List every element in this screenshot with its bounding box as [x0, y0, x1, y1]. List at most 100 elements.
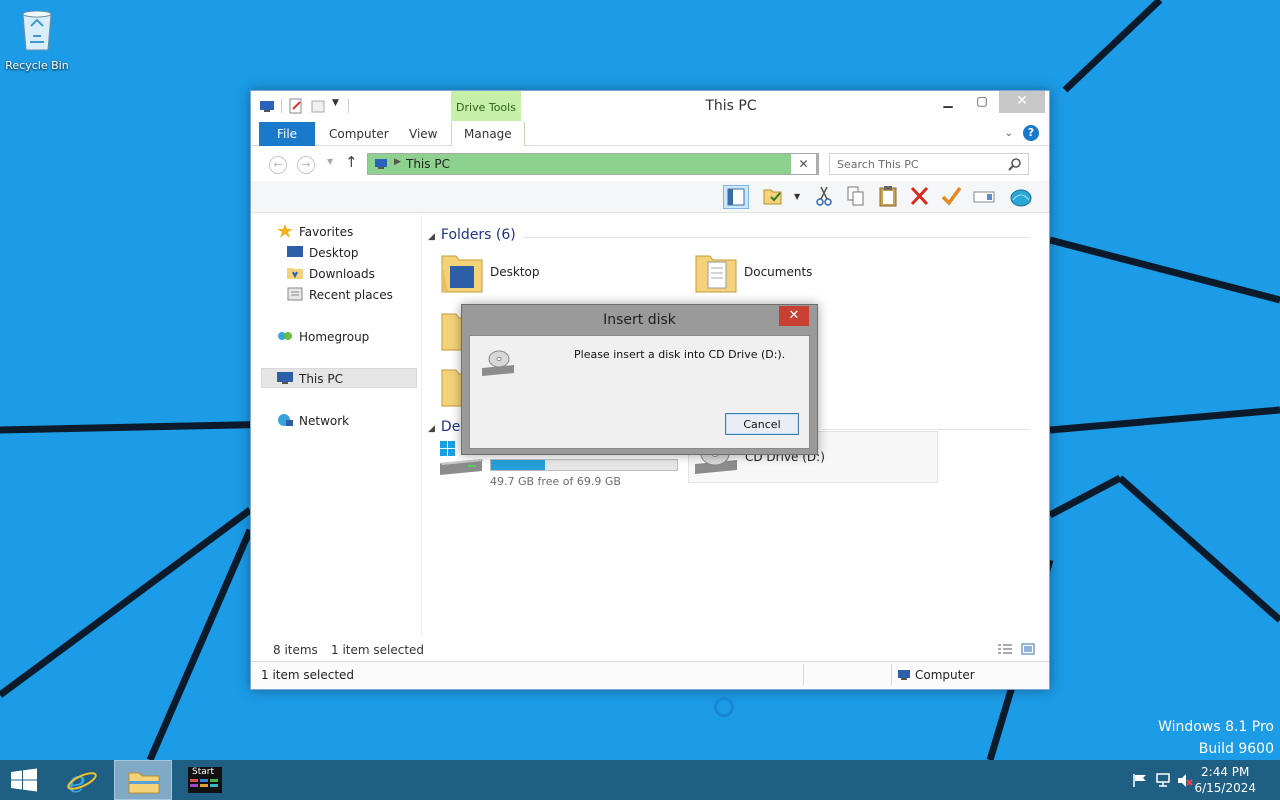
preview-pane-icon [727, 188, 745, 206]
window-status-bar: 1 item selected Computer [251, 661, 1049, 689]
drive-c-usage-fill [491, 460, 545, 470]
paste-button[interactable] [875, 185, 901, 209]
nav-homegroup-label: Homegroup [299, 330, 370, 344]
status-location: Computer [915, 668, 975, 682]
taskbar-internet-explorer[interactable]: e [58, 760, 106, 800]
qat-customize-icon[interactable]: ▼ [332, 98, 342, 114]
collapse-devices-icon[interactable]: ◢ [428, 424, 435, 434]
folder-documents[interactable]: Documents [694, 248, 924, 300]
watermark-edition: Windows 8.1 Pro [1158, 719, 1274, 735]
drive-tools-context-tab[interactable]: Drive Tools [451, 91, 521, 121]
nav-desktop[interactable]: Desktop [287, 243, 359, 263]
properties-icon[interactable] [288, 98, 304, 114]
desktop-icon [287, 246, 303, 257]
address-separator-icon[interactable]: ▶ [394, 157, 401, 167]
maximize-button[interactable]: ▢ [965, 91, 999, 113]
recent-places-icon [287, 287, 303, 301]
clock-time: 2:44 PM [1201, 765, 1250, 779]
dialog-body: Please insert a disk into CD Drive (D:).… [469, 335, 810, 449]
cut-button[interactable] [811, 185, 837, 209]
back-button[interactable]: ← [269, 156, 287, 174]
folder-desktop[interactable]: Desktop [440, 248, 670, 300]
details-view-icon[interactable] [997, 643, 1013, 655]
recycle-bin-icon [22, 10, 52, 51]
rename-field-button[interactable] [971, 185, 997, 209]
address-bar[interactable]: ▶ This PC ▼ [367, 153, 819, 175]
nav-recent-places-label: Recent places [309, 288, 393, 302]
clipboard-icon [879, 186, 897, 207]
expand-ribbon-icon[interactable]: ⌄ [1005, 128, 1013, 139]
tab-manage[interactable]: Manage [451, 122, 525, 146]
start-button[interactable] [0, 760, 48, 800]
navigation-pane: Favorites Desktop Downloads Recent place… [259, 217, 419, 637]
close-button[interactable]: ✕ [999, 91, 1045, 113]
ribbon-right-controls: ⌄ ? [1005, 125, 1039, 141]
nav-homegroup[interactable]: Homegroup [277, 327, 369, 347]
watermark-build: Build 9600 [1198, 741, 1274, 757]
forward-button[interactable]: → [297, 156, 315, 174]
recycle-bin-shortcut[interactable]: Recycle Bin [4, 6, 70, 72]
up-button[interactable]: ↑ [345, 153, 358, 171]
recent-locations-icon[interactable]: ▼ [327, 157, 333, 166]
globe-icon [1010, 189, 1032, 207]
taskbar-clock[interactable]: 2:44 PM 6/15/2024 [1194, 764, 1256, 796]
help-icon[interactable]: ? [1023, 125, 1039, 141]
copy-button[interactable] [843, 185, 869, 209]
nav-favorites-label: Favorites [299, 225, 354, 239]
windows-logo-icon [11, 768, 37, 792]
this-pc-nav-icon [277, 372, 293, 384]
folders-group-label: Folders (6) [440, 227, 516, 243]
nav-favorites[interactable]: Favorites [277, 222, 353, 242]
window-controls: ▁ ▢ ✕ [931, 91, 1045, 113]
search-input[interactable] [830, 154, 1000, 174]
nav-recent-places[interactable]: Recent places [287, 285, 393, 305]
rename-icon [973, 191, 995, 203]
taskbar-start-tile-app[interactable]: Start [188, 767, 222, 793]
taskbar-file-explorer[interactable] [114, 760, 172, 800]
address-row: ← → ▼ ↑ ▶ This PC ▼ ✕ [251, 147, 1049, 181]
title-bar[interactable]: ▼ Drive Tools This PC ▁ ▢ ✕ [251, 91, 1049, 121]
desktop-folder-icon [441, 255, 483, 293]
qat-separator [281, 99, 282, 113]
properties-button[interactable] [761, 185, 787, 209]
item-count: 8 items [273, 643, 318, 657]
checkmark-icon [941, 186, 962, 206]
cancel-button[interactable]: Cancel [725, 413, 799, 435]
volume-muted-icon[interactable] [1176, 773, 1194, 789]
minimize-button[interactable]: ▁ [931, 91, 965, 113]
preview-pane-button[interactable] [723, 185, 749, 209]
collapse-folders-icon[interactable]: ◢ [428, 232, 435, 242]
network-status-icon[interactable] [1154, 772, 1172, 788]
folder-desktop-label: Desktop [490, 265, 540, 279]
properties-dropdown-icon[interactable]: ▼ [794, 192, 800, 201]
tab-computer[interactable]: Computer [317, 122, 401, 146]
star-icon [277, 224, 293, 238]
this-pc-icon [260, 101, 274, 112]
delete-button[interactable] [907, 185, 933, 209]
rename-button[interactable] [939, 185, 965, 209]
recycle-bin-label: Recycle Bin [5, 59, 69, 72]
new-folder-icon[interactable] [310, 98, 326, 114]
nav-network[interactable]: Network [277, 411, 349, 431]
search-icon[interactable] [1008, 157, 1022, 171]
scissors-icon [816, 186, 832, 206]
quick-access-toolbar: ▼ [259, 98, 349, 114]
clock-date: 6/15/2024 [1194, 781, 1256, 795]
action-center-flag-icon[interactable] [1132, 773, 1148, 787]
tab-view[interactable]: View [397, 122, 449, 146]
tab-file[interactable]: File [259, 122, 315, 146]
nav-this-pc[interactable]: This PC [261, 368, 417, 388]
folders-group-header[interactable]: ◢ Folders (6) [428, 227, 516, 243]
dialog-close-button[interactable]: ✕ [779, 306, 809, 326]
globe-button[interactable] [1008, 185, 1034, 209]
status-divider [803, 664, 804, 686]
qat-separator [348, 99, 349, 113]
drive-c-free-text: 49.7 GB free of 69.9 GB [490, 475, 621, 488]
copy-icon [847, 186, 864, 206]
nav-downloads[interactable]: Downloads [287, 264, 375, 284]
nav-this-pc-label: This PC [299, 372, 343, 386]
address-text: This PC [406, 157, 450, 171]
large-icons-view-icon[interactable] [1021, 643, 1035, 655]
clear-address-button[interactable]: ✕ [791, 153, 817, 175]
folder-documents-label: Documents [744, 265, 813, 279]
